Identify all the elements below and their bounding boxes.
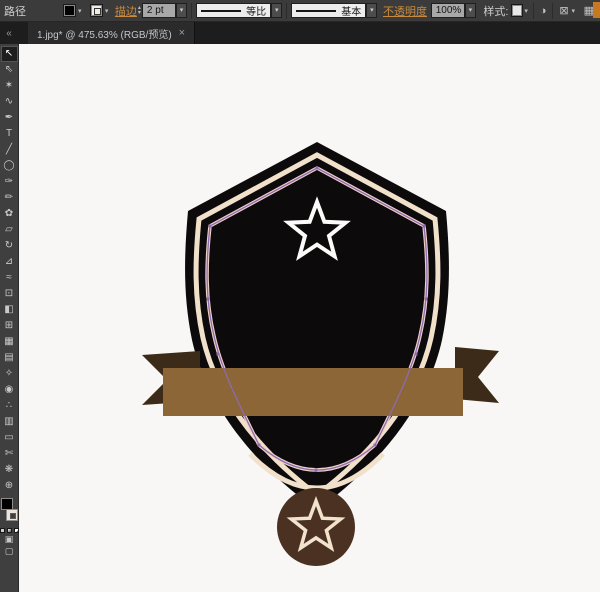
screen-mode-icon[interactable]: ▢ bbox=[5, 545, 14, 557]
symbol-sprayer-tool[interactable]: ∴ bbox=[1, 398, 18, 414]
none-button[interactable] bbox=[14, 528, 19, 533]
opacity-panel-link[interactable]: 不透明度 bbox=[383, 3, 427, 19]
ellipse-tool[interactable]: ◯ bbox=[1, 158, 18, 174]
ribbon-band[interactable] bbox=[163, 368, 463, 416]
eraser-tool[interactable]: ▱ bbox=[1, 222, 18, 238]
slice-tool[interactable]: ✄ bbox=[1, 446, 18, 462]
drawing-mode-icon[interactable]: ▣ bbox=[5, 533, 14, 545]
tab-bar: « 1.jpg* @ 475.63% (RGB/预览) × bbox=[0, 22, 600, 44]
width-profile-select[interactable]: 等比 bbox=[196, 3, 271, 18]
stroke-width-dropdown[interactable]: ▾ bbox=[176, 3, 187, 18]
brush-definition-dropdown[interactable]: ▾ bbox=[366, 3, 377, 18]
graphic-style-swatch[interactable] bbox=[511, 4, 523, 17]
tools-panel: ↖⇖✶∿✒T╱◯✑✏✿▱↻⊿≈⊡◧⊞▦▤✧◉∴▥▭✄❋⊕ ▣ ▢ bbox=[0, 44, 19, 592]
magic-wand-tool[interactable]: ✶ bbox=[1, 78, 18, 94]
mesh-tool[interactable]: ▦ bbox=[1, 334, 18, 350]
shape-builder-tool[interactable]: ◧ bbox=[1, 302, 18, 318]
canvas-area[interactable] bbox=[19, 44, 600, 592]
document-tab-title: 1.jpg* @ 475.63% (RGB/预览) bbox=[37, 26, 172, 41]
artboard-tool[interactable]: ▭ bbox=[1, 430, 18, 446]
chevron-down-icon[interactable]: ▾ bbox=[523, 7, 529, 15]
width-profile-value: 等比 bbox=[246, 3, 266, 18]
brush-definition-select[interactable]: 基本 bbox=[291, 3, 366, 18]
badge-artwork bbox=[19, 44, 600, 592]
recolor-artwork-icon[interactable]: ◑ bbox=[538, 5, 549, 17]
stroke-panel-link[interactable]: 描边 bbox=[115, 3, 137, 19]
direct-selection-tool[interactable]: ⇖ bbox=[1, 62, 18, 78]
stroke-color-swatch[interactable] bbox=[90, 4, 103, 17]
close-icon[interactable]: × bbox=[179, 27, 185, 39]
style-label: 样式: bbox=[483, 3, 508, 19]
divider bbox=[191, 3, 192, 19]
transform-options-icon[interactable]: ⊠ bbox=[557, 4, 570, 17]
pencil-tool[interactable]: ✏ bbox=[1, 190, 18, 206]
width-tool[interactable]: ≈ bbox=[1, 270, 18, 286]
pen-tool[interactable]: ✒ bbox=[1, 110, 18, 126]
stroke-proxy-swatch[interactable] bbox=[6, 509, 18, 521]
tool-list: ↖⇖✶∿✒T╱◯✑✏✿▱↻⊿≈⊡◧⊞▦▤✧◉∴▥▭✄❋⊕ bbox=[1, 46, 18, 494]
chevron-down-icon[interactable]: ▾ bbox=[571, 7, 577, 15]
divider bbox=[286, 3, 287, 19]
blob-brush-tool[interactable]: ✿ bbox=[1, 206, 18, 222]
collapse-panel-icon[interactable]: « bbox=[0, 28, 18, 39]
zoom-tool[interactable]: ⊕ bbox=[1, 478, 18, 494]
divider bbox=[552, 3, 553, 19]
control-bar: 路径 ▾ ▾ 描边 ▴ ▾ 2 pt ▾ 等比 ▾ 基本 ▾ 不透明度 100%… bbox=[0, 0, 600, 22]
scale-tool[interactable]: ⊿ bbox=[1, 254, 18, 270]
divider bbox=[533, 3, 534, 19]
opacity-dropdown[interactable]: ▾ bbox=[465, 3, 476, 18]
stroke-preview-line bbox=[201, 10, 241, 12]
fill-color-control[interactable]: ▾ bbox=[63, 4, 83, 17]
column-graph-tool[interactable]: ▥ bbox=[1, 414, 18, 430]
fill-color-swatch[interactable] bbox=[63, 4, 76, 17]
chevron-down-icon[interactable]: ▾ bbox=[77, 7, 83, 15]
perspective-grid-tool[interactable]: ⊞ bbox=[1, 318, 18, 334]
paintbrush-tool[interactable]: ✑ bbox=[1, 174, 18, 190]
stroke-color-control[interactable]: ▾ bbox=[90, 4, 110, 17]
selection-tool[interactable]: ↖ bbox=[1, 46, 18, 62]
hand-tool[interactable]: ❋ bbox=[1, 462, 18, 478]
brush-preview-line bbox=[296, 10, 336, 12]
chevron-down-icon[interactable]: ▾ bbox=[104, 7, 110, 15]
type-tool[interactable]: T bbox=[1, 126, 18, 142]
document-tab[interactable]: 1.jpg* @ 475.63% (RGB/预览) × bbox=[28, 22, 195, 44]
rotate-tool[interactable]: ↻ bbox=[1, 238, 18, 254]
opacity-input[interactable]: 100% bbox=[431, 3, 465, 18]
selection-type-label: 路径 bbox=[4, 3, 26, 19]
blend-tool[interactable]: ◉ bbox=[1, 382, 18, 398]
stroke-width-stepper[interactable]: ▴ ▾ bbox=[138, 6, 141, 16]
fill-stroke-indicator[interactable] bbox=[0, 498, 19, 525]
gradient-tool[interactable]: ▤ bbox=[1, 350, 18, 366]
stroke-width-input[interactable]: 2 pt bbox=[142, 3, 176, 18]
workspace-button-partial[interactable] bbox=[593, 2, 600, 18]
lasso-tool[interactable]: ∿ bbox=[1, 94, 18, 110]
width-profile-dropdown[interactable]: ▾ bbox=[271, 3, 282, 18]
line-segment-tool[interactable]: ╱ bbox=[1, 142, 18, 158]
free-transform-tool[interactable]: ⊡ bbox=[1, 286, 18, 302]
brush-definition-value: 基本 bbox=[341, 3, 361, 18]
eyedropper-tool[interactable]: ✧ bbox=[1, 366, 18, 382]
